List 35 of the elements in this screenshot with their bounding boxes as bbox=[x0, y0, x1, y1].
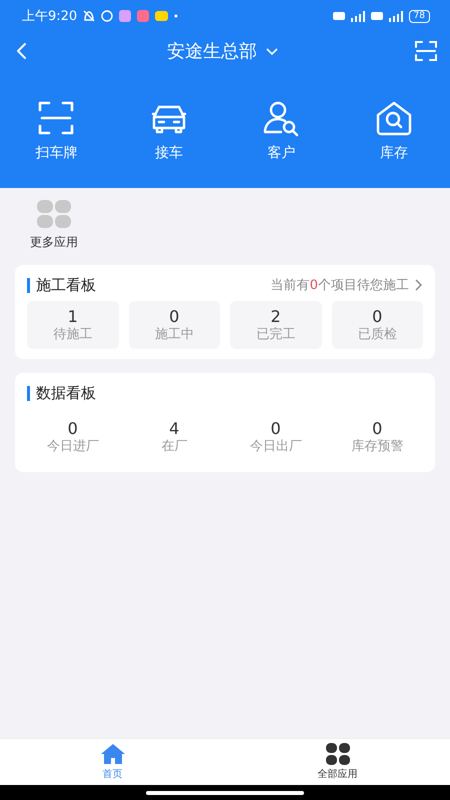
quick-action-button[interactable]: 客户 bbox=[225, 98, 338, 162]
board-title: 施工看板 bbox=[36, 276, 96, 294]
quick-action-button[interactable]: 库存 bbox=[338, 98, 450, 162]
app-icon bbox=[155, 11, 168, 21]
status-time: 上午9:20 bbox=[22, 8, 78, 25]
stat-item[interactable]: 4 在厂 bbox=[128, 413, 220, 462]
home-indicator[interactable] bbox=[146, 790, 304, 794]
tab-bar-item[interactable]: 全部应用 bbox=[225, 739, 450, 785]
grid-icon bbox=[37, 200, 71, 228]
battery-indicator: 78 bbox=[408, 10, 430, 22]
scan-icon[interactable] bbox=[414, 40, 438, 62]
board-title: 数据看板 bbox=[36, 384, 96, 403]
app-icon bbox=[119, 10, 132, 22]
grid-icon bbox=[326, 743, 350, 765]
more-apps-button[interactable]: 更多应用 bbox=[30, 200, 78, 251]
app-icon bbox=[137, 10, 150, 22]
stat-item[interactable]: 0 库存预警 bbox=[332, 413, 423, 462]
pending-notice[interactable]: 当前有0个项目待您施工 bbox=[270, 276, 409, 294]
signal-icon bbox=[350, 10, 365, 22]
stat-tile[interactable]: 0 已质检 bbox=[332, 301, 423, 350]
quick-action-button[interactable]: 接车 bbox=[112, 98, 225, 162]
stat-item[interactable]: 0 今日进厂 bbox=[27, 413, 118, 462]
stat-tile[interactable]: 1 待施工 bbox=[27, 301, 118, 350]
tab-bar-item[interactable]: 首页 bbox=[0, 739, 225, 785]
stat-tile[interactable]: 0 施工中 bbox=[128, 301, 220, 350]
signal-icon bbox=[388, 10, 403, 22]
quick-action-button[interactable]: 扫车牌 bbox=[0, 98, 112, 162]
chevron-right-icon bbox=[413, 278, 423, 292]
bell-off-icon bbox=[83, 10, 96, 22]
chevron-down-icon bbox=[265, 46, 279, 56]
store-title[interactable]: 安途生总部 bbox=[167, 39, 257, 63]
stat-item[interactable]: 0 今日出厂 bbox=[230, 413, 322, 462]
home-icon bbox=[100, 743, 124, 765]
dot-icon bbox=[174, 14, 178, 18]
stat-tile[interactable]: 2 已完工 bbox=[230, 301, 322, 350]
